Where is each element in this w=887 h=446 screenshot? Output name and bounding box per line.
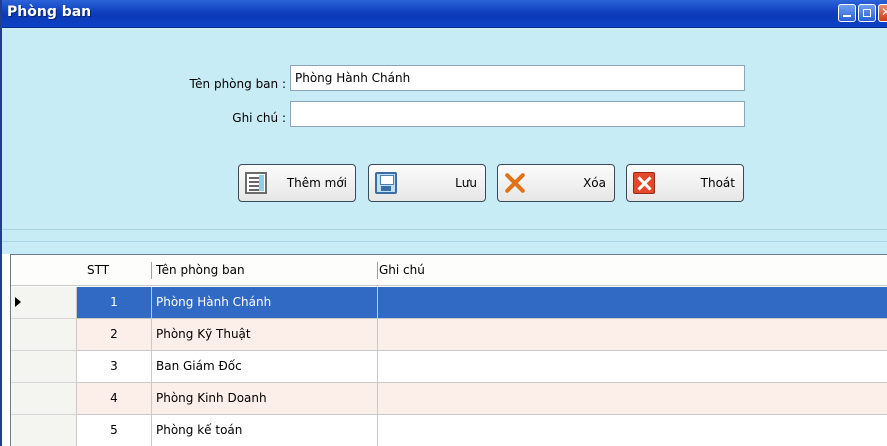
- cell-stt[interactable]: 3: [77, 351, 152, 383]
- input-panel: Tên phòng ban : Ghi chú : Thêm mới Lưu X…: [2, 28, 887, 230]
- cell-note[interactable]: [378, 383, 887, 415]
- cell-name[interactable]: Phòng Kinh Doanh: [152, 383, 378, 415]
- cell-name[interactable]: Phòng Hành Chánh: [152, 287, 378, 319]
- exit-button[interactable]: Thoát: [626, 164, 744, 202]
- minimize-button[interactable]: [838, 4, 856, 22]
- department-name-input[interactable]: [290, 65, 745, 91]
- row-header[interactable]: [11, 383, 77, 415]
- column-header-stt[interactable]: STT: [87, 263, 109, 277]
- cell-name[interactable]: Ban Giám Đốc: [152, 351, 378, 383]
- exit-label: Thoát: [700, 176, 735, 190]
- table-row[interactable]: 5 Phòng kế toán: [11, 415, 887, 446]
- close-icon: ✕: [881, 5, 887, 19]
- cell-name[interactable]: Phòng kế toán: [152, 415, 378, 446]
- cell-note[interactable]: [378, 319, 887, 351]
- floppy-disk-icon: [375, 172, 397, 194]
- cell-note[interactable]: [378, 415, 887, 446]
- cell-note[interactable]: [378, 351, 887, 383]
- note-input[interactable]: [290, 101, 745, 127]
- department-grid: STT Tên phòng ban Ghi chú 1 Phòng Hành C…: [10, 254, 887, 446]
- add-new-label: Thêm mới: [286, 176, 347, 190]
- exit-close-icon: [633, 172, 655, 194]
- column-header-name[interactable]: Tên phòng ban: [156, 263, 245, 277]
- column-divider[interactable]: [151, 262, 152, 279]
- window-title: Phòng ban: [7, 4, 92, 20]
- column-header-note[interactable]: Ghi chú: [379, 263, 425, 277]
- new-document-icon: [245, 172, 267, 194]
- delete-x-icon: [504, 172, 526, 194]
- table-row[interactable]: 3 Ban Giám Đốc: [11, 351, 887, 383]
- maximize-button[interactable]: [858, 4, 876, 22]
- title-bar[interactable]: Phòng ban ✕: [2, 0, 887, 28]
- splitter-gap: [2, 242, 887, 254]
- row-header[interactable]: [11, 287, 77, 319]
- department-name-label: Tên phòng ban :: [189, 77, 286, 91]
- phong-ban-window: Phòng ban ✕ Tên phòng ban : Ghi chú : Th…: [0, 0, 887, 446]
- current-row-arrow-icon: [15, 297, 21, 307]
- table-row[interactable]: 2 Phòng Kỹ Thuật: [11, 319, 887, 351]
- cell-name[interactable]: Phòng Kỹ Thuật: [152, 319, 378, 351]
- cell-note[interactable]: [378, 287, 887, 319]
- table-row[interactable]: 1 Phòng Hành Chánh: [11, 287, 887, 319]
- maximize-icon: [863, 9, 871, 17]
- delete-label: Xóa: [583, 176, 606, 190]
- cell-stt[interactable]: 5: [77, 415, 152, 446]
- save-button[interactable]: Lưu: [368, 164, 486, 202]
- save-label: Lưu: [455, 176, 477, 190]
- cell-stt[interactable]: 2: [77, 319, 152, 351]
- minimize-icon: [843, 15, 851, 17]
- cell-stt[interactable]: 4: [77, 383, 152, 415]
- table-row[interactable]: 4 Phòng Kinh Doanh: [11, 383, 887, 415]
- note-label: Ghi chú :: [232, 111, 286, 125]
- close-button[interactable]: ✕: [878, 4, 887, 22]
- delete-button[interactable]: Xóa: [497, 164, 615, 202]
- column-divider[interactable]: [377, 262, 378, 279]
- row-header[interactable]: [11, 319, 77, 351]
- row-header[interactable]: [11, 351, 77, 383]
- cell-stt[interactable]: 1: [77, 287, 152, 319]
- grid-header: STT Tên phòng ban Ghi chú: [11, 255, 887, 286]
- row-header[interactable]: [11, 415, 77, 446]
- add-new-button[interactable]: Thêm mới: [238, 164, 356, 202]
